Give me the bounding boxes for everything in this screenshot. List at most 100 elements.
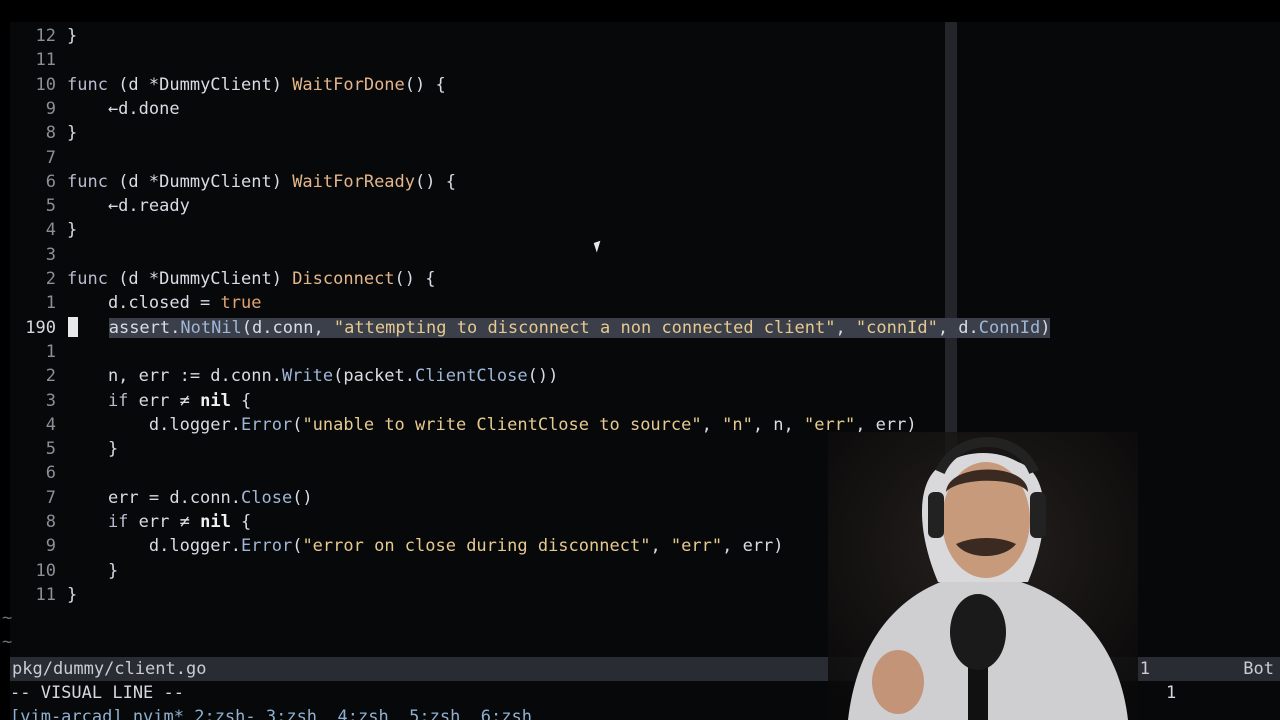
code-line[interactable]: 1 d.closed = true	[0, 291, 262, 315]
code-token: Error	[241, 536, 293, 557]
code-token: "err"	[670, 536, 723, 557]
code-token: , err)	[722, 536, 784, 557]
line-number: 12	[35, 26, 56, 46]
code-token: (d *DummyClient)	[118, 74, 293, 95]
code-token: nil	[200, 512, 231, 532]
line-number: 7	[45, 487, 56, 508]
code-token: (	[292, 536, 303, 557]
line-number: 8	[45, 512, 56, 532]
current-code-line[interactable]: 190 assert.NotNil(d.conn, "attempting to…	[0, 316, 1051, 340]
code-token: ≠	[179, 390, 201, 411]
line-number: 1	[45, 341, 56, 362]
code-line[interactable]: 2 func (d *DummyClient) Disconnect() {	[0, 267, 436, 291]
code-token: err	[138, 512, 180, 532]
code-line[interactable]: 10 }	[0, 559, 119, 583]
line-number: 9	[45, 536, 56, 557]
code-line[interactable]: 11}	[0, 583, 78, 607]
code-token: func	[67, 74, 119, 95]
cursor-position: 1	[1139, 659, 1150, 679]
code-token: Disconnect	[292, 269, 395, 289]
code-line[interactable]: 5 }	[0, 437, 118, 461]
code-token: Write	[281, 366, 334, 387]
code-line[interactable]: 5 ←d.ready	[0, 194, 190, 218]
line-number: 11	[35, 584, 56, 605]
code-line[interactable]: 8 if err ≠ nil {	[0, 510, 252, 534]
code-token: }	[67, 220, 78, 241]
code-token: (d.conn,	[241, 317, 334, 338]
code-token: ()	[292, 487, 313, 508]
code-line[interactable]: 7	[0, 146, 67, 170]
code-token: assert.	[108, 317, 181, 338]
code-token: ,	[650, 536, 671, 557]
code-token: ←d.done	[67, 98, 180, 119]
scroll-indicator: Bot	[1243, 659, 1274, 679]
code-line[interactable]: 9 d.logger.Error("error on close during …	[0, 534, 784, 558]
code-token: WaitForDone	[292, 74, 405, 95]
code-token: err = d.conn.	[67, 487, 241, 508]
mode-indicator: -- VISUAL LINE --	[10, 683, 184, 703]
code-line[interactable]: 6	[0, 461, 67, 485]
code-line[interactable]: 9 ←d.done	[0, 97, 180, 121]
line-number: 3	[45, 244, 56, 265]
code-token: () {	[394, 269, 436, 289]
visual-selection: assert.NotNil(d.conn, "attempting to dis…	[108, 317, 1051, 338]
code-token: WaitForReady	[292, 171, 416, 192]
code-line[interactable]: 4}	[0, 218, 78, 242]
code-line[interactable]: 6 func (d *DummyClient) WaitForReady() {	[0, 170, 456, 194]
code-token: ≠	[179, 512, 201, 532]
code-token: true	[220, 293, 262, 314]
code-line[interactable]: 3	[0, 243, 67, 267]
line-number: 11	[35, 50, 56, 71]
code-token: func	[67, 171, 119, 192]
code-line[interactable]: 2 n, err := d.conn.Write(packet.ClientCl…	[0, 364, 559, 388]
code-token: (d *DummyClient)	[118, 269, 293, 289]
code-token: ())	[527, 366, 559, 387]
code-line[interactable]: 12}	[0, 24, 78, 48]
file-path: pkg/dummy/client.go	[12, 659, 207, 679]
code-token: }	[67, 584, 78, 605]
code-token: NotNil	[180, 317, 242, 338]
code-line[interactable]: 11	[0, 48, 67, 72]
code-line[interactable]: 8}	[0, 121, 78, 145]
line-number: 5	[45, 196, 56, 217]
code-token: nil	[200, 390, 231, 411]
code-token: () {	[404, 74, 446, 95]
code-line[interactable]: 4 d.logger.Error("unable to write Client…	[0, 413, 917, 437]
code-token: err	[138, 390, 180, 411]
code-line[interactable]: 1	[0, 340, 67, 364]
code-token: }	[67, 123, 78, 144]
code-token: d.logger.	[67, 536, 241, 557]
code-token: "error on close during disconnect"	[302, 536, 651, 557]
line-number: 8	[45, 123, 56, 144]
code-token: }	[67, 560, 119, 581]
code-token: {	[230, 390, 252, 411]
code-token: if	[67, 512, 139, 532]
code-line[interactable]: 3 if err ≠ nil {	[0, 389, 252, 413]
code-line[interactable]: 10 func (d *DummyClient) WaitForDone() {	[0, 73, 446, 97]
code-token: Error	[241, 414, 293, 435]
code-token: )	[1040, 317, 1051, 338]
empty-line-marker: ~	[2, 608, 13, 628]
code-token: func	[67, 269, 119, 289]
code-line[interactable]: 7 err = d.conn.Close()	[0, 486, 313, 510]
code-token: }	[67, 439, 119, 460]
line-number: 4	[45, 414, 56, 435]
line-number: 1	[45, 293, 56, 314]
code-token: Close	[241, 487, 293, 508]
line-number: 10	[35, 560, 56, 581]
code-token: n, err := d.conn.	[67, 366, 282, 387]
line-number: 7	[45, 147, 56, 168]
code-token: () {	[415, 171, 456, 192]
code-token: d.closed =	[67, 293, 221, 314]
code-token: , d.	[937, 317, 979, 338]
code-token: if	[67, 390, 139, 411]
line-number: 190	[25, 317, 56, 338]
line-number: 9	[45, 98, 56, 119]
code-token: ,	[835, 317, 856, 338]
text-cursor	[68, 316, 78, 337]
selection-count: 1	[1166, 683, 1177, 703]
code-token: (d *DummyClient)	[118, 171, 293, 192]
empty-line-marker: ~	[2, 632, 13, 652]
line-number: 5	[45, 439, 56, 460]
code-token: "connId"	[855, 317, 938, 338]
